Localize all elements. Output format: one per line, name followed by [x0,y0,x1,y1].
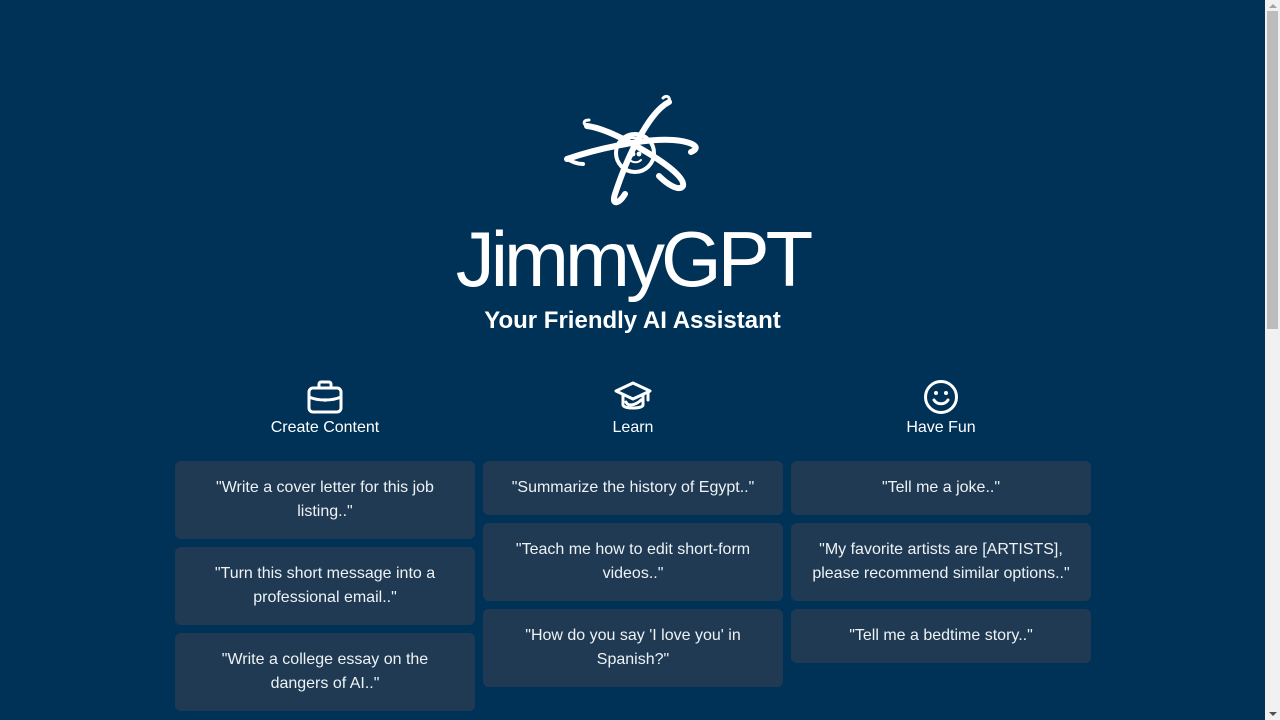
tagline: Your Friendly AI Assistant [484,307,781,334]
column-title: Create Content [270,419,380,436]
atom-smiley-icon [563,94,698,206]
prompt-list: "Write a cover letter for this job listi… [175,461,475,711]
scroll-down-arrow-icon[interactable] [1269,712,1277,716]
scroll-up-arrow-icon[interactable] [1269,4,1277,8]
column-create-content: Create Content "Write a cover letter for… [175,378,475,711]
scrollbar-thumb[interactable] [1267,11,1278,329]
smiley-icon [924,380,958,414]
prompt-card[interactable]: "Teach me how to edit short-form videos.… [483,523,783,601]
prompt-card[interactable]: "Tell me a joke.." [791,461,1091,515]
page: JimmyGPT Your Friendly AI Assistant Crea… [0,0,1265,720]
column-have-fun: Have Fun "Tell me a joke.." "My favorite… [791,378,1091,711]
column-title: Have Fun [906,419,976,436]
prompt-columns: Create Content "Write a cover letter for… [175,378,1091,711]
prompt-card[interactable]: "Write a college essay on the dangers of… [175,633,475,711]
prompt-card[interactable]: "My favorite artists are [ARTISTS], plea… [791,523,1091,601]
column-title: Learn [612,419,654,436]
prompt-card[interactable]: "Turn this short message into a professi… [175,547,475,625]
graduation-cap-icon [614,381,652,410]
prompt-card[interactable]: "Summarize the history of Egypt.." [483,461,783,515]
column-learn: Learn "Summarize the history of Egypt.."… [483,378,783,711]
vertical-scrollbar[interactable] [1265,0,1280,720]
prompt-list: "Summarize the history of Egypt.." "Teac… [483,461,783,687]
prompt-card[interactable]: "How do you say 'I love you' in Spanish?… [483,609,783,687]
prompt-card[interactable]: "Write a cover letter for this job listi… [175,461,475,539]
brand-name: JimmyGPT [455,215,814,303]
prompt-list: "Tell me a joke.." "My favorite artists … [791,461,1091,663]
logo [0,90,1265,214]
briefcase-icon [307,380,343,414]
prompt-card[interactable]: "Tell me a bedtime story.." [791,609,1091,663]
